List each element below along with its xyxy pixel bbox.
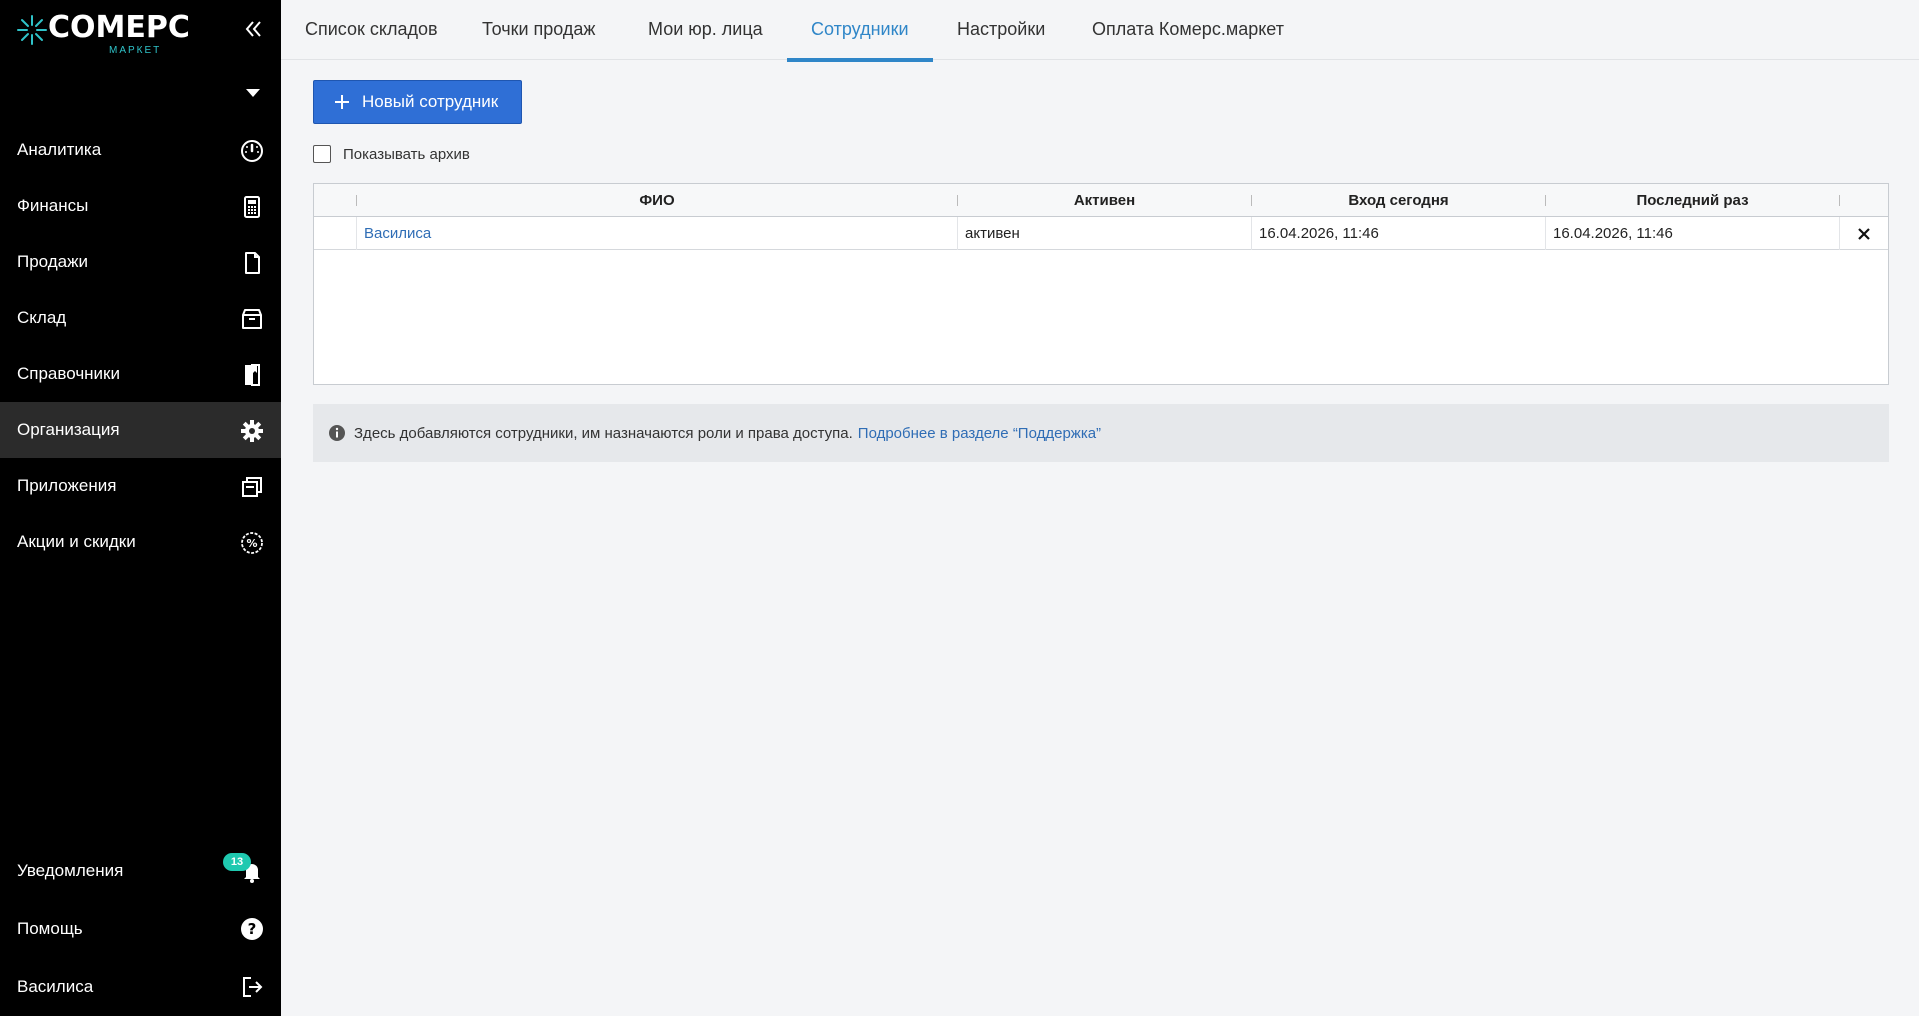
new-employee-button[interactable]: Новый сотрудник [313, 80, 522, 124]
sidebar-item-analytics[interactable]: Аналитика [0, 122, 281, 178]
svg-text:%: % [246, 537, 257, 550]
brand-name: COMEPC [48, 10, 190, 45]
info-banner: Здесь добавляются сотрудники, им назнача… [313, 404, 1889, 462]
delete-employee-button[interactable] [1839, 217, 1888, 250]
book-icon [245, 364, 260, 386]
sidebar-bottom: Уведомления 13 Помощь ? Василиса [0, 842, 281, 1016]
sidebar-item-label: Помощь [17, 919, 83, 938]
column-separator [1839, 195, 1840, 206]
show-archive-row: Показывать архив [313, 144, 470, 164]
help-icon: ? [241, 918, 263, 940]
support-link[interactable]: Подробнее в разделе “Поддержка” [858, 425, 1101, 442]
sidebar-item-label: Приложения [17, 476, 117, 495]
sidebar-item-label: Акции и скидки [17, 532, 136, 551]
main-content: Список складов Точки продаж Мои юр. лица… [281, 0, 1919, 1016]
percent-icon: % [241, 532, 263, 554]
active-tab-indicator [787, 58, 933, 62]
sidebar-item-label: Уведомления [17, 861, 124, 880]
sidebar-nav: Аналитика Финансы Продажи Склад Справочн… [0, 122, 281, 570]
employee-active-cell: активен [957, 217, 1251, 250]
notifications-badge: 13 [223, 853, 251, 871]
show-archive-checkbox[interactable] [313, 145, 331, 163]
tab-employees[interactable]: Сотрудники [811, 0, 909, 60]
gear-icon [241, 420, 263, 442]
table-header: ФИО Активен Вход сегодня Последний раз [314, 184, 1888, 217]
employee-name-link[interactable]: Василиса [356, 217, 957, 250]
tab-sales-points[interactable]: Точки продаж [482, 0, 595, 60]
tab-warehouses[interactable]: Список складов [305, 0, 438, 60]
sidebar-item-promotions[interactable]: Акции и скидки % [0, 514, 281, 570]
tab-payment[interactable]: Оплата Комерс.маркет [1092, 0, 1284, 60]
tab-bar: Список складов Точки продаж Мои юр. лица… [281, 0, 1919, 62]
box-icon [242, 309, 262, 329]
show-archive-label: Показывать архив [343, 145, 470, 163]
speedometer-icon [241, 140, 263, 162]
employee-last-seen-cell: 16.04.2026, 11:46 [1545, 217, 1839, 250]
sidebar-item-help[interactable]: Помощь ? [0, 900, 281, 958]
sidebar-item-finance[interactable]: Финансы [0, 178, 281, 234]
logout-icon[interactable] [238, 973, 266, 1001]
sidebar-item-label: Склад [17, 308, 67, 327]
column-header-login-today[interactable]: Вход сегодня [1252, 184, 1545, 217]
user-name: Василиса [17, 977, 94, 996]
svg-text:?: ? [248, 920, 257, 938]
chevron-down-icon[interactable] [238, 80, 268, 106]
calculator-icon [244, 196, 260, 218]
brand-subtitle: МАРКЕТ [109, 45, 162, 56]
sidebar-item-apps[interactable]: Приложения [0, 458, 281, 514]
new-employee-label: Новый сотрудник [362, 92, 499, 111]
sidebar-item-label: Организация [17, 420, 120, 439]
sidebar-item-notifications[interactable]: Уведомления 13 [0, 842, 281, 900]
sidebar-item-user[interactable]: Василиса [0, 958, 281, 1016]
sidebar-item-directories[interactable]: Справочники [0, 346, 281, 402]
close-icon [1858, 227, 1870, 240]
apps-icon [242, 477, 262, 497]
sidebar-item-label: Аналитика [17, 140, 102, 159]
column-header-active[interactable]: Активен [958, 184, 1251, 217]
sidebar-item-label: Финансы [17, 196, 89, 215]
sidebar: COMEPC МАРКЕТ Аналитика Финансы Продажи … [0, 0, 281, 1016]
sidebar-item-label: Продажи [17, 252, 88, 271]
column-header-name[interactable]: ФИО [357, 184, 957, 217]
document-icon [245, 252, 260, 274]
tab-legal-entities[interactable]: Мои юр. лица [648, 0, 763, 60]
column-header-last-seen[interactable]: Последний раз [1546, 184, 1839, 217]
plus-icon [335, 95, 349, 109]
info-icon [329, 425, 345, 441]
logo-star-icon [17, 15, 47, 45]
table-row[interactable]: Василиса активен 16.04.2026, 11:46 16.04… [314, 217, 1888, 250]
info-text: Здесь добавляются сотрудники, им назнача… [354, 424, 853, 442]
employees-table: ФИО Активен Вход сегодня Последний раз В… [313, 183, 1889, 385]
brand-logo[interactable]: COMEPC МАРКЕТ [16, 8, 190, 58]
sidebar-item-organization[interactable]: Организация [0, 402, 281, 458]
tab-settings[interactable]: Настройки [957, 0, 1045, 60]
sidebar-item-label: Справочники [17, 364, 120, 383]
sidebar-item-sales[interactable]: Продажи [0, 234, 281, 290]
employee-login-today-cell: 16.04.2026, 11:46 [1251, 217, 1545, 250]
collapse-sidebar-icon[interactable] [238, 14, 268, 44]
sidebar-item-warehouse[interactable]: Склад [0, 290, 281, 346]
